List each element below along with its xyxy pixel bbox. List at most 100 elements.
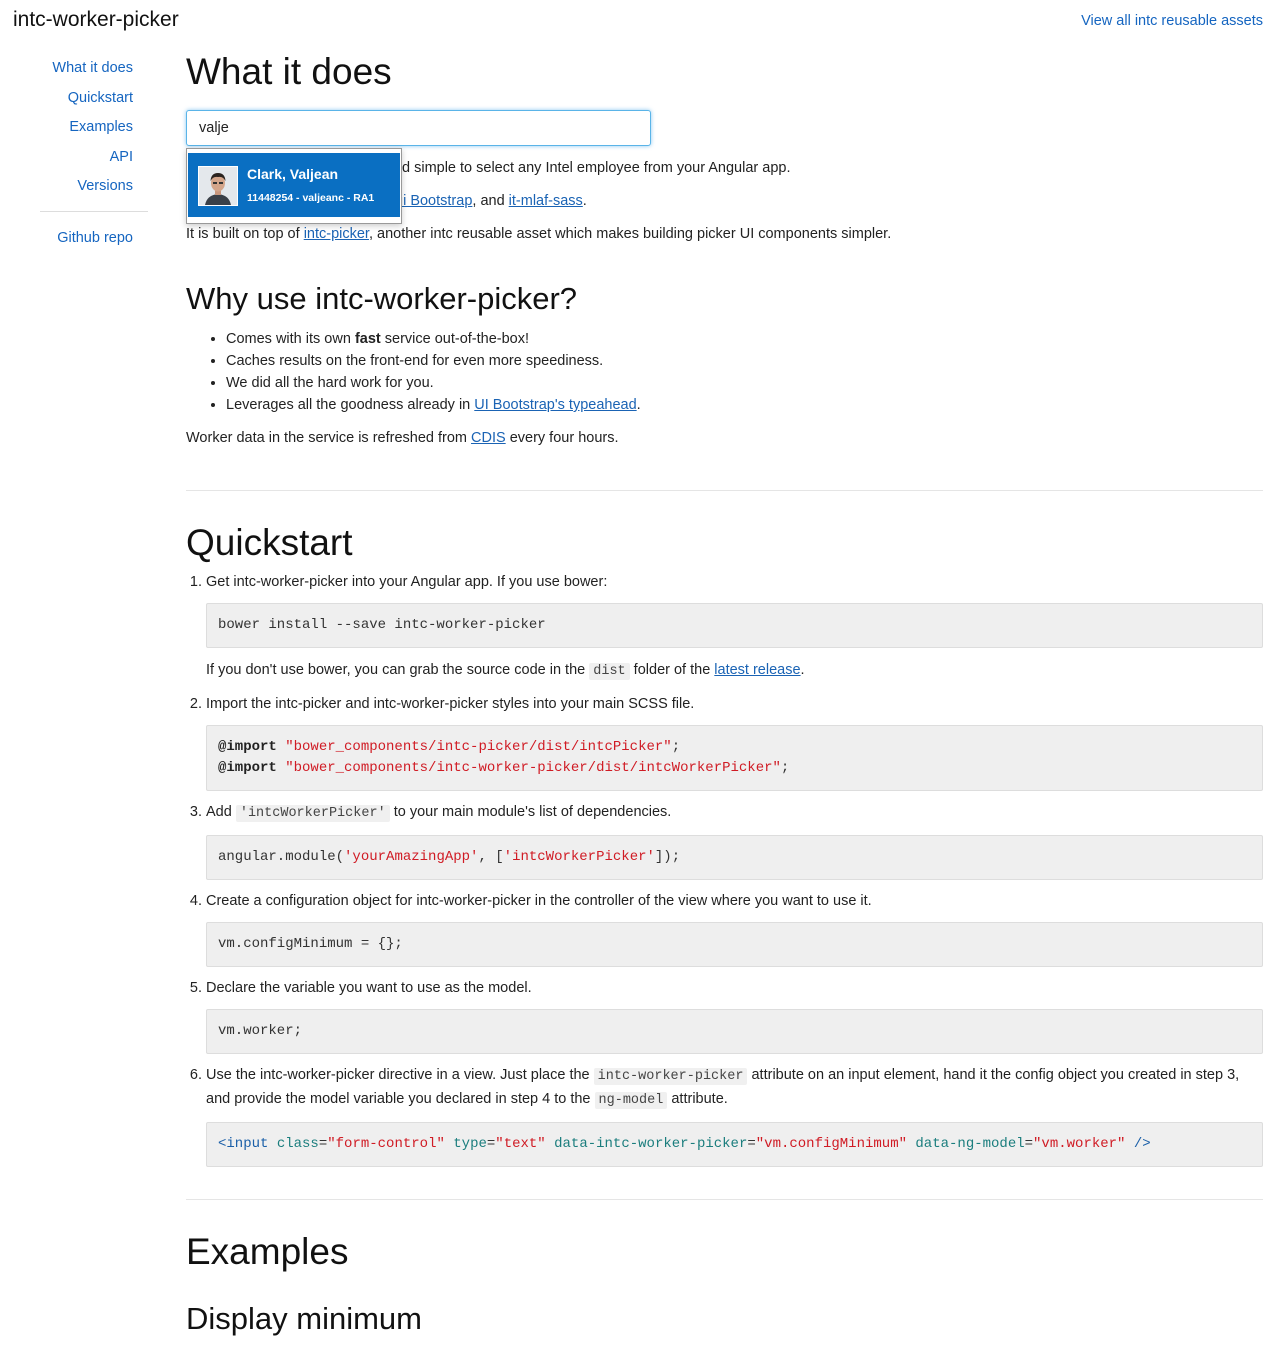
equals: =	[1024, 1136, 1034, 1152]
step-1: Get intc-worker-picker into your Angular…	[206, 571, 1263, 683]
why-b4-post: .	[636, 397, 641, 413]
nav-api[interactable]: API	[40, 143, 148, 173]
import-kw: @import	[218, 739, 277, 755]
html-value: "text"	[495, 1136, 546, 1152]
main-content: What it does Clark, Valjean 1144	[186, 50, 1263, 1338]
refresh-note: Worker data in the service is refreshed …	[186, 427, 1263, 449]
examples-heading: Examples	[186, 1231, 349, 1272]
code-block-bower: bower install --save intc-worker-picker	[206, 603, 1263, 648]
why-heading: Why use intc-worker-picker?	[186, 281, 578, 316]
nav-quickstart[interactable]: Quickstart	[40, 84, 148, 114]
note-mid: folder of the	[629, 662, 715, 678]
note-pre: If you don't use bower, you can grab the…	[206, 662, 590, 678]
code-string: 'intcWorkerPicker'	[503, 849, 655, 865]
site-title: intc-worker-picker	[13, 8, 179, 31]
dist-code: dist	[589, 663, 630, 680]
side-nav: What it does Quickstart Examples API Ver…	[40, 54, 148, 254]
semicolon: ;	[780, 760, 790, 776]
code-string: 'yourAmazingApp'	[344, 849, 479, 865]
step-4: Create a configuration object for intc-w…	[206, 890, 1263, 967]
intro-line-3-pre: It is built on top of	[186, 226, 304, 242]
step-3-pre: Add	[206, 804, 236, 820]
step-2-text: Import the intc-picker and intc-worker-p…	[206, 696, 695, 712]
cdis-link[interactable]: CDIS	[471, 430, 506, 446]
ui-bootstrap-link[interactable]: ui Bootstrap	[395, 193, 472, 209]
step-6: Use the intc-worker-picker directive in …	[206, 1064, 1263, 1167]
equals: =	[318, 1136, 328, 1152]
step-1-note: If you don't use bower, you can grab the…	[206, 659, 1263, 683]
why-b1-post: service out-of-the-box!	[380, 331, 530, 347]
intro-line-3-post: , another intc reusable asset which make…	[368, 226, 892, 242]
code-part: ]);	[654, 849, 681, 865]
html-attr: type	[453, 1136, 487, 1152]
list-item: Leverages all the goodness already in UI…	[226, 394, 1263, 416]
html-value: "vm.configMinimum"	[755, 1136, 907, 1152]
ui-bootstrap-typeahead-link[interactable]: UI Bootstrap's typeahead	[474, 397, 636, 413]
intro-line-2-mid: , and	[472, 193, 509, 209]
list-item: Caches results on the front-end for even…	[226, 350, 1263, 372]
worker-avatar	[198, 166, 238, 206]
worker-details: 11448254 - valjeanc - RA1	[247, 192, 375, 204]
step-3-post: to your main module's list of dependenci…	[389, 804, 672, 820]
step-4-text: Create a configuration object for intc-w…	[206, 893, 872, 909]
code-block-scss: @import "bower_components/intc-picker/di…	[206, 725, 1263, 791]
nav-github-repo[interactable]: Github repo	[40, 224, 148, 254]
step-1-text: Get intc-worker-picker into your Angular…	[206, 574, 608, 590]
typeahead-dropdown: Clark, Valjean 11448254 - valjeanc - RA1	[186, 148, 402, 224]
nav-versions[interactable]: Versions	[40, 172, 148, 202]
import-path-1: "bower_components/intc-picker/dist/intcP…	[285, 739, 672, 755]
refresh-post: every four hours.	[505, 430, 619, 446]
list-item: Comes with its own fast service out-of-t…	[226, 328, 1263, 350]
latest-release-link[interactable]: latest release	[714, 662, 800, 678]
intc-picker-link[interactable]: intc-picker	[304, 226, 369, 242]
what-it-does-heading: What it does	[186, 51, 392, 92]
why-list: Comes with its own fast service out-of-t…	[186, 328, 1263, 416]
step-6-pre: Use the intc-worker-picker directive in …	[206, 1067, 594, 1083]
display-minimum-heading: Display minimum	[186, 1301, 422, 1336]
typeahead-result-item[interactable]: Clark, Valjean 11448254 - valjeanc - RA1	[188, 153, 400, 217]
step-6-end: attribute.	[667, 1091, 728, 1107]
nav-examples[interactable]: Examples	[40, 113, 148, 143]
html-attr: class	[276, 1136, 319, 1152]
quickstart-heading: Quickstart	[186, 522, 353, 563]
html-tag: <input	[218, 1136, 269, 1152]
worker-name: Clark, Valjean	[247, 166, 339, 182]
step-5-text: Declare the variable you want to use as …	[206, 980, 532, 996]
code-part: , [	[478, 849, 504, 865]
why-b1-bold: fast	[354, 331, 381, 347]
nav-what-it-does[interactable]: What it does	[40, 54, 148, 84]
code-block-config: vm.configMinimum = {};	[206, 922, 1263, 967]
quickstart-steps: Get intc-worker-picker into your Angular…	[186, 571, 1263, 1167]
step-3: Add 'intcWorkerPicker' to your main modu…	[206, 801, 1263, 880]
directive-code: intc-worker-picker	[593, 1068, 748, 1085]
list-item: We did all the hard work for you.	[226, 372, 1263, 394]
equals: =	[747, 1136, 756, 1152]
nav-divider	[40, 210, 148, 212]
intro-line-3: It is built on top of intc-picker, anoth…	[186, 223, 1263, 245]
html-attr: data-ng-model	[915, 1136, 1025, 1152]
worker-picker-demo: Clark, Valjean 11448254 - valjeanc - RA1	[186, 110, 651, 224]
step-2: Import the intc-picker and intc-worker-p…	[206, 693, 1263, 791]
html-tag: />	[1133, 1136, 1151, 1152]
step-5: Declare the variable you want to use as …	[206, 977, 1263, 1054]
code-block-module: angular.module('yourAmazingApp', ['intcW…	[206, 835, 1263, 880]
section-divider	[186, 1199, 1263, 1200]
view-all-assets-link[interactable]: View all intc reusable assets	[1081, 10, 1263, 32]
section-divider	[186, 490, 1263, 491]
code-block-html: <input class="form-control" type="text" …	[206, 1122, 1263, 1167]
code-block-model: vm.worker;	[206, 1009, 1263, 1054]
module-name-code: 'intcWorkerPicker'	[235, 805, 390, 822]
html-value: "vm.worker"	[1033, 1136, 1126, 1152]
intro-line-2-end: .	[582, 193, 587, 209]
refresh-pre: Worker data in the service is refreshed …	[186, 430, 472, 446]
note-end: .	[800, 662, 805, 678]
it-mlaf-sass-link[interactable]: it-mlaf-sass	[509, 193, 583, 209]
why-b4-pre: Leverages all the goodness already in	[226, 397, 475, 413]
why-b1-pre: Comes with its own	[226, 331, 355, 347]
ng-model-code: ng-model	[594, 1092, 668, 1109]
worker-search-input[interactable]	[186, 110, 651, 146]
html-value: "form-control"	[327, 1136, 445, 1152]
import-kw: @import	[218, 760, 277, 776]
import-path-2: "bower_components/intc-worker-picker/dis…	[285, 760, 781, 776]
semicolon: ;	[671, 739, 681, 755]
